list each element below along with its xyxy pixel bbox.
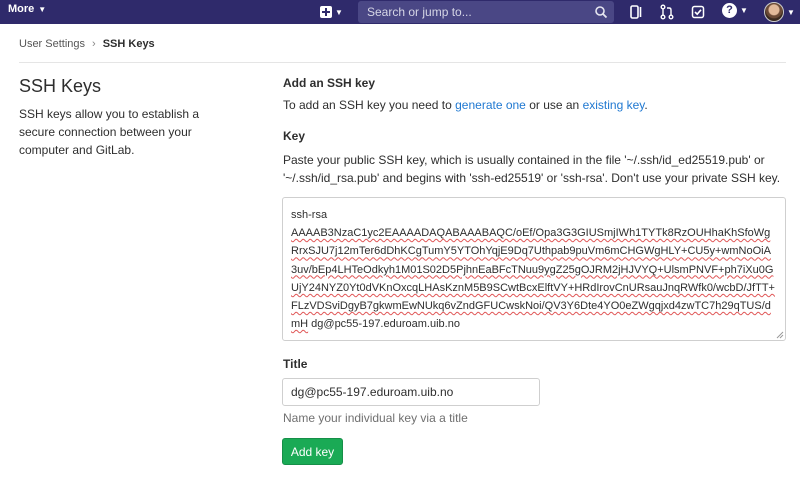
help-icon: ?	[722, 3, 737, 18]
key-body: AAAAB3NzaC1yc2EAAAADAQABAAABAQC/oEf/Opa3…	[291, 227, 775, 331]
key-type: ssh-rsa	[291, 209, 328, 221]
title-label: Title	[283, 357, 308, 371]
more-label: More	[8, 3, 35, 15]
key-comment: dg@pc55-197.eduroam.uib.no	[308, 318, 460, 331]
breadcrumb-user-settings[interactable]: User Settings	[19, 38, 85, 50]
chevron-down-icon: ▼	[740, 6, 748, 15]
breadcrumb-separator: ›	[92, 38, 96, 50]
add-key-button[interactable]: Add key	[282, 438, 343, 465]
merge-request-icon[interactable]	[659, 4, 675, 20]
breadcrumb-ssh-keys[interactable]: SSH Keys	[103, 38, 155, 50]
new-dropdown[interactable]: ▼	[320, 4, 346, 20]
intro-text: To add an SSH key you need to generate o…	[283, 98, 648, 112]
user-menu[interactable]: ▼	[764, 2, 795, 22]
key-help-text: Paste your public SSH key, which is usua…	[283, 153, 781, 185]
search-box	[358, 1, 614, 23]
existing-key-link[interactable]: existing key	[583, 98, 645, 112]
title-input[interactable]	[282, 378, 540, 406]
chevron-down-icon: ▼	[787, 7, 795, 17]
search-icon[interactable]	[594, 5, 608, 19]
avatar	[764, 2, 784, 22]
breadcrumb: User Settings › SSH Keys	[19, 38, 155, 50]
chevron-down-icon: ▼	[38, 4, 47, 14]
page-description: SSH keys allow you to establish a secure…	[19, 107, 200, 157]
search-input[interactable]	[358, 1, 588, 23]
key-label: Key	[283, 129, 306, 143]
help-menu[interactable]: ? ▼	[722, 3, 748, 18]
plus-square-icon	[320, 6, 332, 18]
breadcrumb-divider	[19, 62, 786, 63]
generate-one-link[interactable]: generate one	[455, 98, 526, 112]
add-ssh-key-heading: Add an SSH key	[283, 76, 376, 90]
top-navbar: More ▼ ▼ ? ▼ ▼	[0, 0, 800, 24]
issues-icon[interactable]	[628, 4, 644, 20]
resize-handle-icon[interactable]	[776, 331, 784, 339]
page-title: SSH Keys	[19, 76, 102, 96]
todo-icon[interactable]	[690, 4, 706, 20]
chevron-down-icon: ▼	[335, 7, 343, 17]
title-help-text: Name your individual key via a title	[283, 411, 468, 425]
key-textarea[interactable]: ssh-rsa AAAAB3NzaC1yc2EAAAADAQABAAABAQC/o…	[282, 197, 786, 341]
more-menu[interactable]: More ▼	[8, 3, 46, 15]
